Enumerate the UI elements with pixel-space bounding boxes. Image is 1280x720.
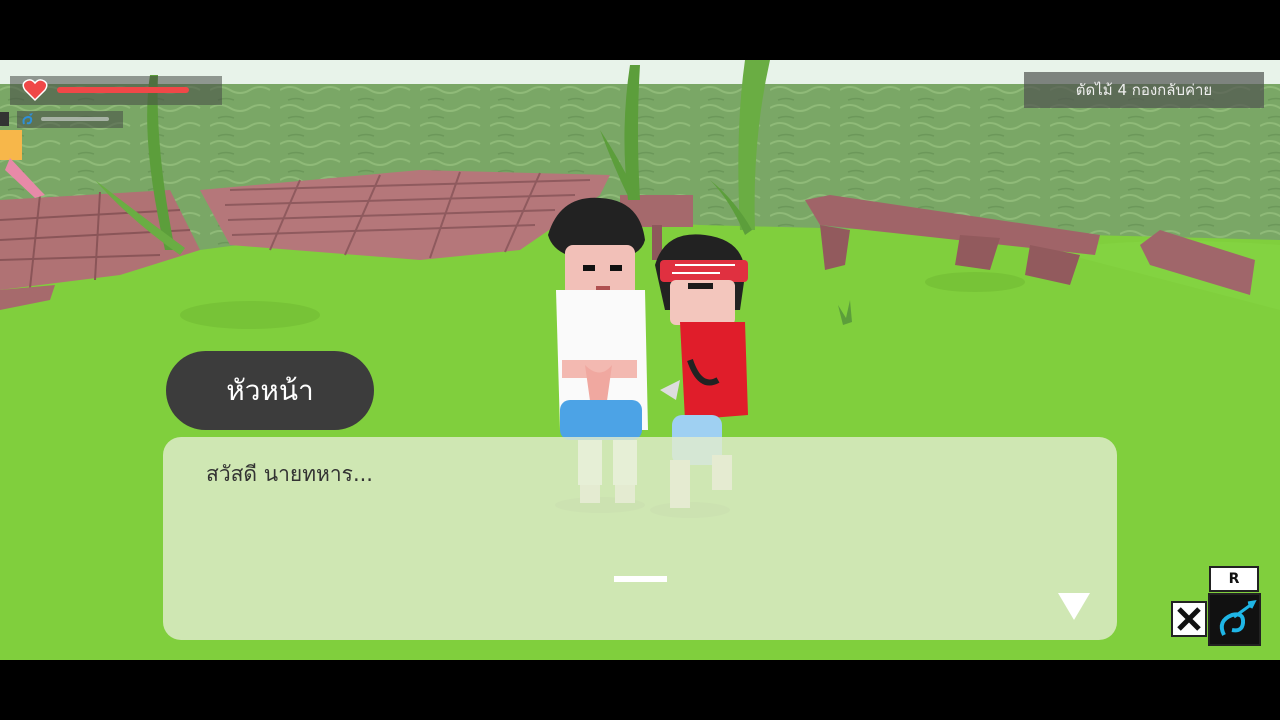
swirl-icon <box>1210 595 1259 644</box>
x-icon <box>1173 603 1205 635</box>
cancel-button[interactable] <box>1171 601 1207 637</box>
health-bar <box>57 87 189 93</box>
skill-button[interactable] <box>1208 593 1261 646</box>
dialogue-text: สวัสดี นายทหาร... <box>206 462 373 486</box>
game-viewport[interactable]: ตัดไม้ 4 กองกลับค่าย หัวหน้า สวัสดี นายท… <box>0 0 1280 720</box>
health-panel <box>10 76 222 105</box>
dialogue-box[interactable]: สวัสดี นายทหาร... <box>163 437 1117 640</box>
down-triangle-icon[interactable] <box>1058 593 1090 620</box>
swirl-icon <box>22 113 33 125</box>
stamina-bar <box>41 117 109 121</box>
letterbox-bottom <box>0 660 1280 720</box>
heart-icon <box>22 79 48 102</box>
skill-key-hint: R <box>1209 566 1259 592</box>
dialogue-progress-dash <box>614 576 667 582</box>
letterbox-top <box>0 0 1280 60</box>
stamina-panel <box>17 111 123 128</box>
quest-objective: ตัดไม้ 4 กองกลับค่าย <box>1024 72 1264 108</box>
speaker-name-tag: หัวหน้า <box>166 351 374 430</box>
